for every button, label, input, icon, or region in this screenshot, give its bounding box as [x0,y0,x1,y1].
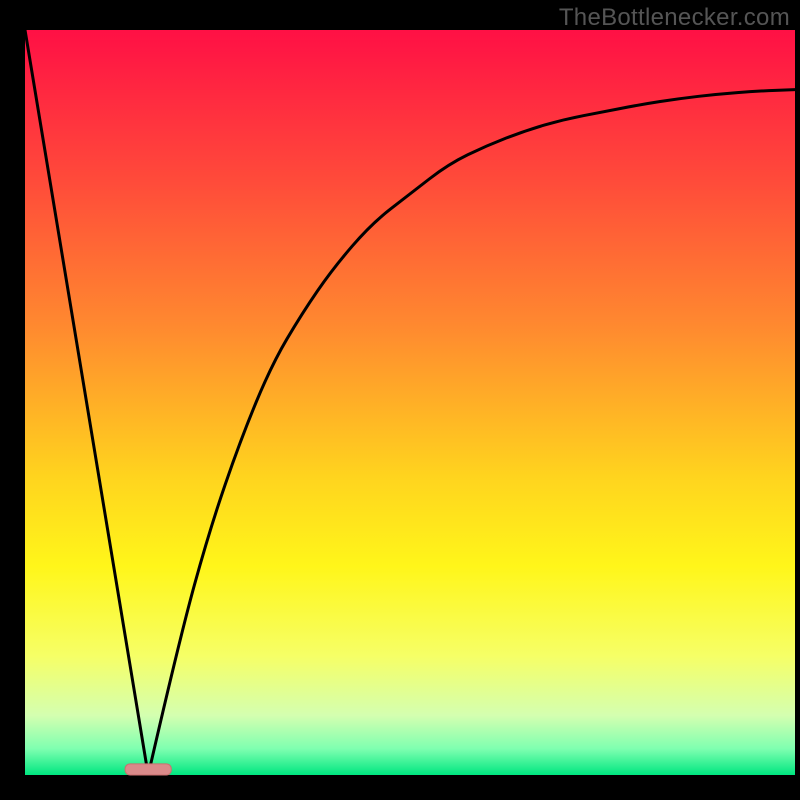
plot-area [25,30,795,775]
watermark-text: TheBottlenecker.com [559,4,790,32]
optimum-marker [125,764,171,775]
bottleneck-chart [0,0,800,800]
chart-stage: TheBottlenecker.com [0,0,800,800]
